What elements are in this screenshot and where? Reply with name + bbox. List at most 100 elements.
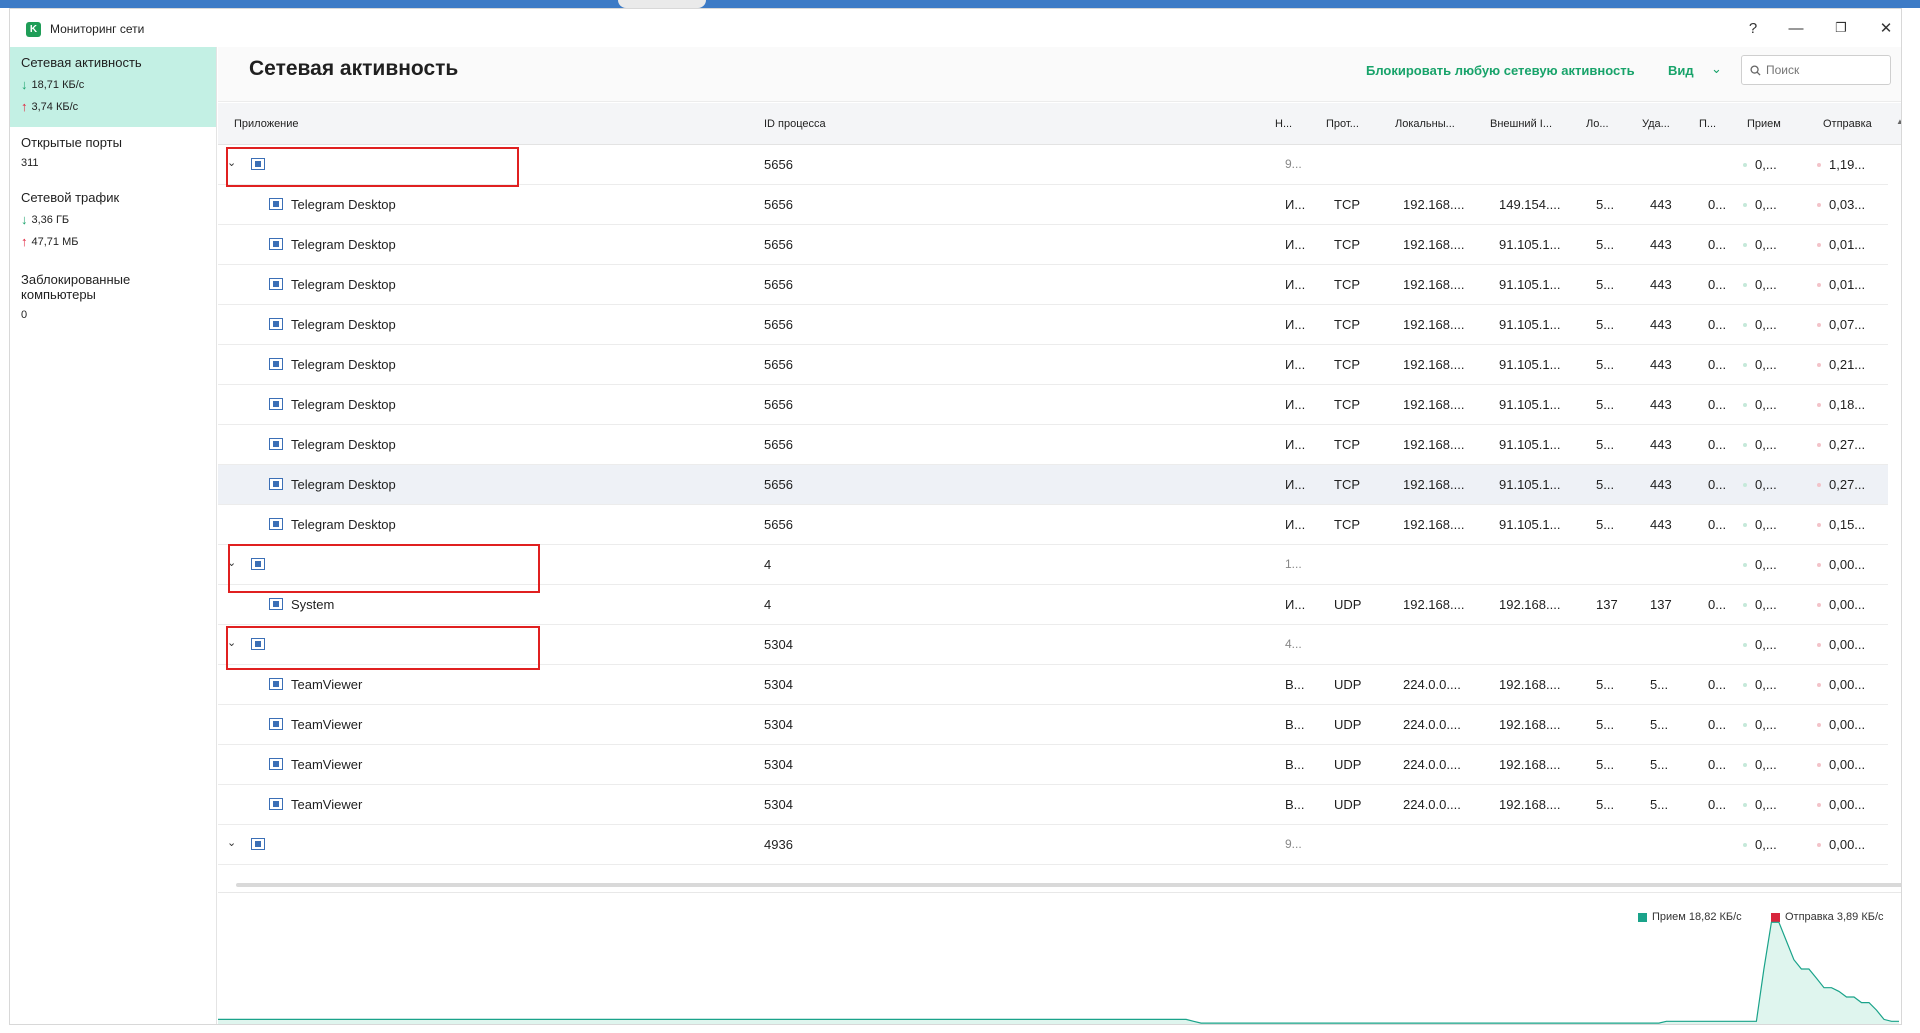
sent-indicator (1817, 483, 1821, 487)
connection-row[interactable]: Telegram Desktop 5656 И... TCP 192.168.... 91… (218, 505, 1888, 545)
connection-row[interactable]: Telegram Desktop 5656 И... TCP 192.168.... 91… (218, 385, 1888, 425)
sidebar-item-network-traffic[interactable]: Сетевой трафик ↓ 3,36 ГБ ↑ 47,71 МБ (10, 182, 216, 264)
received-value: 0,... (1755, 677, 1777, 692)
connection-row[interactable]: Telegram Desktop 5656 И... TCP 192.168.... 91… (218, 345, 1888, 385)
horizontal-scrollbar[interactable] (236, 883, 1901, 887)
local-port: 5... (1596, 357, 1615, 372)
connection-row[interactable]: TeamViewer 5304 В... UDP 224.0.0.... 192.168.… (218, 665, 1888, 705)
local-address: 224.0.0.... (1403, 717, 1461, 732)
received-value: 0,... (1755, 397, 1777, 412)
sent-indicator (1817, 523, 1821, 527)
process-id: 5304 (764, 717, 793, 732)
restore-button[interactable]: ❐ (1826, 17, 1856, 39)
column-sent[interactable]: Отправка (1823, 118, 1872, 130)
sent-indicator (1817, 763, 1821, 767)
connection-row[interactable]: TeamViewer 5304 В... UDP 224.0.0.... 192.168.… (218, 785, 1888, 825)
page-title: Сетевая активность (249, 57, 459, 80)
desktop-notch (618, 0, 706, 8)
search-box[interactable] (1741, 55, 1891, 85)
column-local-port[interactable]: Ло... (1586, 118, 1609, 130)
connection-row[interactable]: TeamViewer 5304 В... UDP 224.0.0.... 192.168.… (218, 745, 1888, 785)
received-indicator (1743, 763, 1747, 767)
remote-port: 443 (1650, 317, 1672, 332)
process-group-row[interactable]: ⌄ 4936 9... 0,... 0,00... (218, 825, 1888, 865)
search-input[interactable] (1766, 63, 1876, 77)
protocol: TCP (1334, 277, 1360, 292)
expand-chevron-icon[interactable]: ⌄ (227, 836, 236, 849)
close-button[interactable]: ✕ (1871, 17, 1901, 39)
connection-row[interactable]: Telegram Desktop 5656 И... TCP 192.168.... 14… (218, 185, 1888, 225)
title-bar: K Мониторинг сети ? — ❐ ✕ (10, 9, 1901, 47)
col-p-value: 0... (1708, 397, 1727, 412)
application-icon (269, 718, 283, 730)
minimize-button[interactable]: — (1781, 17, 1811, 39)
remote-port: 443 (1650, 237, 1672, 252)
sidebar-item-network-activity[interactable]: Сетевая активность ↓ 18,71 КБ/с ↑ 3,74 КБ/… (10, 47, 216, 127)
application-icon (269, 198, 283, 210)
received-value: 0,... (1755, 717, 1777, 732)
column-application[interactable]: Приложение (234, 118, 299, 130)
sidebar-item-blocked-computers[interactable]: Заблокированные компьютеры 0 (10, 264, 216, 327)
annotation-highlight (228, 544, 540, 593)
process-id: 5304 (764, 637, 793, 652)
application-icon (269, 398, 283, 410)
protocol: TCP (1334, 517, 1360, 532)
local-address: 192.168.... (1403, 237, 1465, 252)
connection-row[interactable]: Telegram Desktop 5656 И... TCP 192.168.... 91… (218, 265, 1888, 305)
connection-row[interactable]: TeamViewer 5304 В... UDP 224.0.0.... 192.168.… (218, 705, 1888, 745)
column-remote-ip[interactable]: Внешний I... (1490, 118, 1552, 130)
remote-port: 443 (1650, 277, 1672, 292)
received-value: 0,... (1755, 757, 1777, 772)
col-p-value: 0... (1708, 517, 1727, 532)
column-process-id[interactable]: ID процесса (764, 118, 826, 130)
connection-row[interactable]: Telegram Desktop 5656 И... TCP 192.168.... 91… (218, 305, 1888, 345)
protocol: TCP (1334, 357, 1360, 372)
process-id: 5304 (764, 677, 793, 692)
sent-value: 0,15... (1829, 517, 1866, 532)
process-id: 5656 (764, 157, 793, 172)
remote-address: 91.105.1... (1499, 277, 1561, 292)
protocol: TCP (1334, 437, 1360, 452)
process-id: 5656 (764, 437, 793, 452)
chevron-down-icon[interactable]: ⌄ (1711, 61, 1722, 77)
column-received[interactable]: Прием (1747, 118, 1781, 130)
sent-value: 0,27... (1829, 477, 1866, 492)
received-value: 0,... (1755, 797, 1777, 812)
view-menu-button[interactable]: Вид (1668, 63, 1694, 78)
protocol: TCP (1334, 197, 1360, 212)
connection-row[interactable]: Telegram Desktop 5656 И... TCP 192.168.... 91… (218, 225, 1888, 265)
sidebar-item-label: Сетевая активность (21, 55, 142, 70)
column-protocol[interactable]: Прот... (1326, 118, 1359, 130)
protocol: UDP (1334, 717, 1362, 732)
column-p[interactable]: П... (1699, 118, 1716, 130)
application-icon (269, 598, 283, 610)
vertical-scrollbar[interactable] (1901, 437, 1902, 747)
column-n[interactable]: Н... (1275, 118, 1292, 130)
sent-indicator (1817, 163, 1821, 167)
block-all-activity-link[interactable]: Блокировать любую сетевую активность (1366, 63, 1635, 78)
sidebar-item-label: Сетевой трафик (21, 190, 120, 205)
process-id: 5656 (764, 477, 793, 492)
sent-indicator (1817, 603, 1821, 607)
sidebar-item-label: Открытые порты (21, 135, 122, 150)
col-n-value: В... (1285, 717, 1305, 732)
col-n-value: И... (1285, 357, 1306, 372)
connection-row[interactable]: Telegram Desktop 5656 И... TCP 192.168.... 91… (218, 425, 1888, 465)
application-name: Telegram Desktop (291, 237, 396, 252)
application-name: Telegram Desktop (291, 197, 396, 212)
protocol: TCP (1334, 477, 1360, 492)
local-address: 192.168.... (1403, 517, 1465, 532)
upload-rate-value: 3,74 КБ/с (31, 100, 79, 113)
local-port: 5... (1596, 677, 1615, 692)
scroll-up-icon[interactable]: ▲ (1896, 117, 1901, 126)
application-name: TeamViewer (291, 797, 363, 812)
connection-row[interactable]: Telegram Desktop 5656 И... TCP 192.168.... 91… (218, 465, 1888, 505)
sent-value: 0,00... (1829, 597, 1866, 612)
column-local-ip[interactable]: Локальны... (1395, 118, 1455, 130)
received-area (218, 922, 1899, 1024)
sidebar-item-open-ports[interactable]: Открытые порты 311 (10, 127, 216, 182)
traffic-up: ↑ 47,71 МБ (21, 234, 206, 249)
help-button[interactable]: ? (1738, 17, 1768, 39)
col-n-value: И... (1285, 197, 1306, 212)
column-remote-port[interactable]: Уда... (1642, 118, 1670, 130)
